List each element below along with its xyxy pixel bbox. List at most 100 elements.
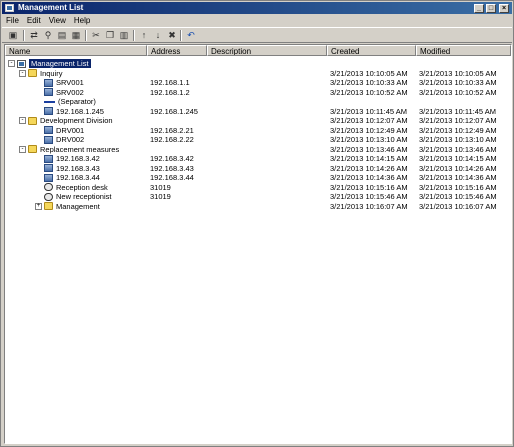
address-cell: 192.168.1.2: [150, 87, 190, 97]
menu-help[interactable]: Help: [70, 15, 94, 26]
move-up-icon[interactable]: ↑: [138, 30, 150, 41]
tree-row[interactable]: 192.168.3.43 192.168.3.43 3/21/2013 10:14:…: [5, 164, 511, 173]
find-icon[interactable]: ⚲: [42, 30, 54, 41]
tree-node: + Management: [35, 202, 100, 211]
delete-icon[interactable]: ✖: [166, 30, 178, 41]
menu-view[interactable]: View: [45, 15, 70, 26]
toolbar-separator: [133, 30, 135, 41]
tree-item-label: New receptionist: [56, 192, 112, 201]
properties-icon[interactable]: ▤: [56, 30, 68, 41]
address-cell: 192.168.1.1: [150, 78, 190, 87]
computer-icon: [44, 173, 53, 182]
modified-cell: 3/21/2013 10:15:16 AM: [419, 182, 497, 192]
expand-icon[interactable]: +: [35, 202, 42, 210]
modified-cell: 3/21/2013 10:14:26 AM: [419, 163, 497, 173]
created-cell: 3/21/2013 10:12:49 AM: [330, 125, 408, 135]
tree-item-label: SRV002: [56, 87, 84, 97]
maximize-button[interactable]: □: [486, 4, 496, 13]
column-address[interactable]: Address: [147, 45, 207, 56]
tree-row[interactable]: SRV002 192.168.1.2 3/21/2013 10:10:52 AM 3/…: [5, 88, 511, 97]
menu-file[interactable]: File: [2, 15, 23, 26]
tree-row[interactable]: 192.168.3.44 192.168.3.44 3/21/2013 10:14:…: [5, 173, 511, 182]
tree-row[interactable]: SRV001 192.168.1.1 3/21/2013 10:10:33 AM 3/…: [5, 78, 511, 87]
connect-icon[interactable]: ⇄: [28, 30, 40, 41]
created-cell: 3/21/2013 10:10:05 AM: [330, 68, 408, 78]
cut-icon[interactable]: ✂: [90, 30, 102, 41]
computer-icon: [44, 107, 53, 115]
paste-icon[interactable]: ▥: [118, 30, 130, 41]
tree-node: 192.168.3.43: [35, 164, 100, 173]
tree-item-label: Replacement measures: [40, 144, 120, 154]
tree-row[interactable]: - Inquiry 3/21/2013 10:10:05 AM 3/21/2013 1…: [5, 69, 511, 78]
toolbar-separator: [85, 30, 87, 41]
created-cell: 3/21/2013 10:15:46 AM: [330, 192, 408, 201]
column-created[interactable]: Created: [327, 45, 416, 56]
toolbar: ▣ ⇄ ⚲ ▤ ▦ ✂ ❐ ▥ ↑ ↓ ✖ ↶: [2, 27, 512, 43]
created-cell: 3/21/2013 10:15:16 AM: [330, 182, 408, 192]
created-cell: 3/21/2013 10:16:07 AM: [330, 201, 408, 211]
menu-edit[interactable]: Edit: [23, 15, 45, 26]
tree-node: - Replacement measures: [19, 145, 119, 154]
edit-icon[interactable]: ▦: [70, 30, 82, 41]
tree-item-label: SRV001: [56, 78, 84, 87]
modified-cell: 3/21/2013 10:16:07 AM: [419, 201, 497, 211]
tree-row[interactable]: + Management 3/21/2013 10:16:07 AM 3/21/201…: [5, 202, 511, 211]
created-cell: 3/21/2013 10:14:36 AM: [330, 173, 408, 182]
computer-icon: [44, 154, 53, 163]
tree-row[interactable]: (Separator): [5, 97, 511, 106]
tree-node: SRV001: [35, 78, 84, 87]
tree-row[interactable]: - Management List: [5, 59, 511, 68]
modified-cell: 3/21/2013 10:10:05 AM: [419, 68, 497, 78]
computer-icon: [44, 164, 53, 172]
server-icon: [44, 126, 53, 134]
app-icon: [5, 4, 14, 12]
server-icon: [44, 135, 53, 144]
address-cell: 192.168.3.42: [150, 154, 194, 163]
created-cell: 3/21/2013 10:10:52 AM: [330, 87, 408, 97]
tree-item-label: Inquiry: [40, 68, 63, 78]
move-down-icon[interactable]: ↓: [152, 30, 164, 41]
phone-icon: [44, 192, 53, 201]
window-title: Management List: [18, 3, 84, 12]
modified-cell: 3/21/2013 10:14:15 AM: [419, 154, 497, 163]
folder-icon: [28, 69, 37, 77]
column-name[interactable]: Name: [5, 45, 147, 56]
tree-node: DRV002: [35, 135, 84, 144]
address-cell: 31019: [150, 192, 171, 201]
phone-icon: [44, 183, 53, 191]
title-bar[interactable]: Management List _ □ ×: [2, 2, 512, 14]
tree-node: Reception desk: [35, 183, 108, 192]
collapse-icon[interactable]: -: [8, 60, 15, 67]
collapse-icon[interactable]: -: [19, 69, 26, 77]
undo-icon[interactable]: ↶: [185, 30, 197, 41]
tree-item-label: 192.168.3.42: [56, 154, 100, 163]
column-description[interactable]: Description: [207, 45, 327, 56]
tree-row[interactable]: 192.168.3.42 192.168.3.42 3/21/2013 10:14:…: [5, 154, 511, 163]
tree-row[interactable]: - Replacement measures 3/21/2013 10:13:46 …: [5, 145, 511, 154]
folder-icon: [44, 202, 53, 210]
modified-cell: 3/21/2013 10:13:46 AM: [419, 144, 497, 154]
collapse-icon[interactable]: -: [19, 145, 26, 153]
tree-row[interactable]: DRV002 192.168.2.22 3/21/2013 10:13:10 AM 3…: [5, 135, 511, 144]
modified-cell: 3/21/2013 10:11:45 AM: [419, 106, 497, 116]
address-cell: 192.168.3.43: [150, 163, 194, 173]
tree-row[interactable]: New receptionist 31019 3/21/2013 10:15:46 …: [5, 192, 511, 201]
tree-row[interactable]: 192.168.1.245 192.168.1.245 3/21/2013 10:1…: [5, 107, 511, 116]
tree-row[interactable]: Reception desk 31019 3/21/2013 10:15:16 AM…: [5, 183, 511, 192]
tree-item-label: 192.168.3.44: [56, 173, 100, 182]
close-button[interactable]: ×: [499, 4, 509, 13]
save-icon[interactable]: ▣: [7, 30, 19, 41]
management-tree-list[interactable]: Name Address Description Created Modifie…: [4, 44, 512, 444]
tree-item-label: Development Division: [40, 116, 113, 125]
address-cell: 192.168.2.21: [150, 125, 194, 135]
tree-row[interactable]: DRV001 192.168.2.21 3/21/2013 10:12:49 AM 3…: [5, 126, 511, 135]
modified-cell: 3/21/2013 10:10:33 AM: [419, 78, 497, 87]
tree-node: - Inquiry: [19, 69, 63, 78]
minimize-button[interactable]: _: [474, 4, 484, 13]
column-modified[interactable]: Modified: [416, 45, 511, 56]
collapse-icon[interactable]: -: [19, 117, 26, 124]
tree-row[interactable]: - Development Division 3/21/2013 10:12:07 …: [5, 116, 511, 125]
copy-icon[interactable]: ❐: [104, 30, 116, 41]
toolbar-separator: [180, 30, 182, 41]
created-cell: 3/21/2013 10:13:46 AM: [330, 144, 408, 154]
